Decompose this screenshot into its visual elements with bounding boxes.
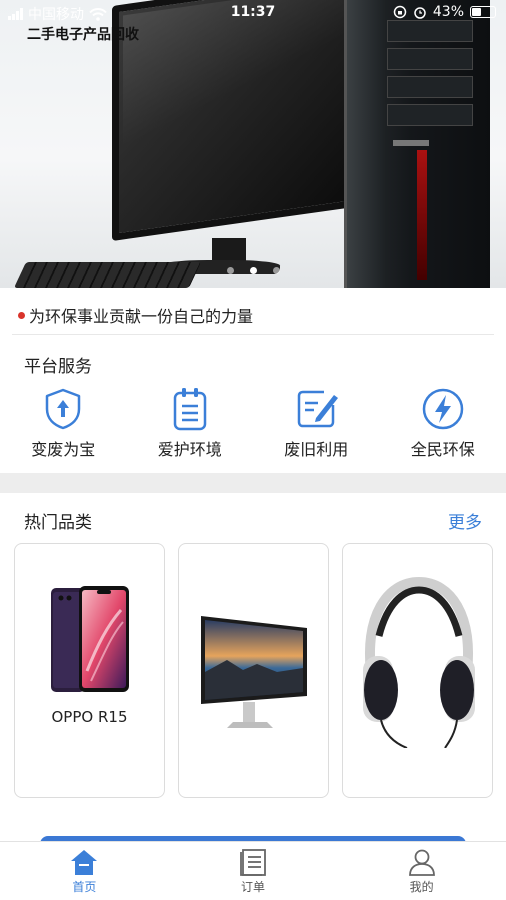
lightning-icon xyxy=(420,386,466,432)
banner-keyboard-image xyxy=(13,262,202,288)
status-bar: 中国移动 11:37 43% xyxy=(0,0,506,26)
phone-image xyxy=(51,586,129,692)
notice-text: 为环保事业贡献一份自己的力量 xyxy=(29,307,254,326)
category-cards: OPPO R15 xyxy=(14,543,494,798)
service-item-feijiuliyong[interactable]: 废旧利用 xyxy=(253,386,380,460)
alarm-icon xyxy=(414,7,426,19)
tab-mine[interactable]: 我的 xyxy=(337,842,506,900)
divider xyxy=(12,334,494,335)
home-page: 中国移动 11:37 43% 二手电子产品回收 为环保事业贡献一份自己的力量 平… xyxy=(0,0,506,900)
clipboard-icon xyxy=(167,386,213,432)
category-card-headphones[interactable] xyxy=(342,543,493,798)
banner-monitor-image xyxy=(112,0,360,241)
services-grid: 变废为宝 爱护环境 废旧利用 全民环保 xyxy=(0,386,506,460)
category-name: OPPO R15 xyxy=(51,708,128,726)
notice-bar: 为环保事业贡献一份自己的力量 xyxy=(18,303,253,327)
tab-orders[interactable]: 订单 xyxy=(169,842,338,900)
battery-percent: 43% xyxy=(432,4,464,20)
monitor-image xyxy=(201,616,307,728)
more-link[interactable]: 更多 xyxy=(448,508,482,533)
carousel-dot[interactable] xyxy=(272,267,280,274)
service-item-bianfeiweibao[interactable]: 变废为宝 xyxy=(0,386,127,460)
carousel-dot[interactable] xyxy=(226,267,234,274)
service-label: 全民环保 xyxy=(410,440,475,459)
services-title: 平台服务 xyxy=(24,357,92,377)
home-icon xyxy=(71,849,98,875)
banner-carousel[interactable]: 中国移动 11:37 43% 二手电子产品回收 xyxy=(0,0,506,288)
orientation-lock-icon xyxy=(393,5,407,19)
category-card-monitor[interactable] xyxy=(178,543,329,798)
headphones-image xyxy=(363,576,475,748)
carousel-dot[interactable] xyxy=(249,267,257,274)
categories-title: 热门品类 xyxy=(24,513,92,533)
banner-title: 二手电子产品回收 xyxy=(27,27,139,43)
service-item-aihuhuanjing[interactable]: 爱护环境 xyxy=(127,386,254,460)
service-label: 废旧利用 xyxy=(284,440,349,459)
service-item-quanminhuanbao[interactable]: 全民环保 xyxy=(380,386,506,460)
tab-label: 我的 xyxy=(409,879,434,894)
section-separator xyxy=(0,473,506,493)
tab-label: 订单 xyxy=(241,879,266,894)
user-icon xyxy=(408,849,435,876)
carousel-indicators xyxy=(0,267,506,274)
notice-dot-icon xyxy=(18,311,25,319)
banner-pc-tower-image xyxy=(344,0,490,288)
shield-icon xyxy=(40,386,86,432)
service-label: 变废为宝 xyxy=(31,440,96,459)
battery-icon xyxy=(470,6,496,18)
edit-icon xyxy=(293,386,339,432)
category-card-phone[interactable]: OPPO R15 xyxy=(14,543,165,798)
tab-home[interactable]: 首页 xyxy=(0,842,169,900)
bottom-tab-bar: 首页 订单 我的 xyxy=(0,841,506,900)
service-label: 爱护环境 xyxy=(157,440,222,459)
order-list-icon xyxy=(240,848,266,876)
tab-label: 首页 xyxy=(72,879,97,894)
